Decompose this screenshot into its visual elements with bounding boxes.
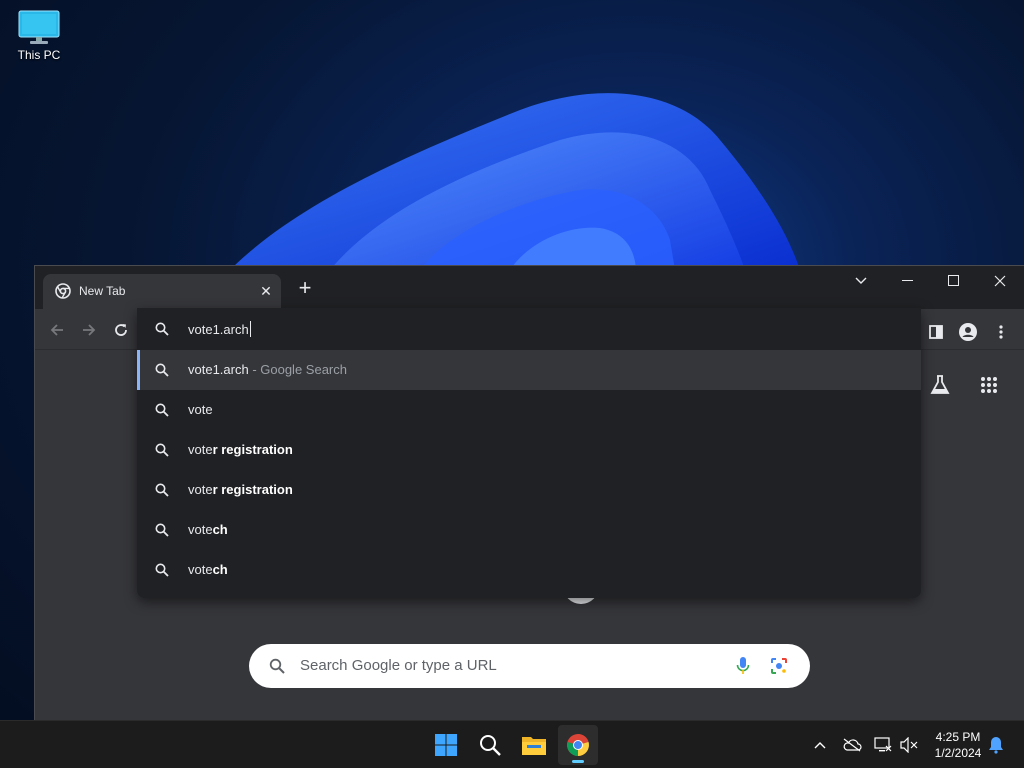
taskbar: 4:25 PM 1/2/2024: [0, 720, 1024, 768]
tab-close-icon[interactable]: ✕: [257, 282, 275, 300]
profile-avatar-icon: [959, 323, 977, 341]
google-apps-button[interactable]: [978, 374, 1000, 396]
suggestion-text: vote1.arch - Google Search: [188, 362, 347, 377]
omnibox-suggestion[interactable]: voter registration: [137, 430, 921, 470]
profile-button[interactable]: [957, 321, 979, 343]
voice-search-icon[interactable]: [736, 656, 750, 679]
title-bar: New Tab ✕ +: [35, 266, 1024, 309]
arrow-left-icon: [50, 324, 63, 336]
minimize-button[interactable]: [885, 266, 931, 296]
address-bar-text[interactable]: vote1.arch: [188, 321, 251, 337]
onedrive-tray-icon[interactable]: [840, 733, 864, 757]
omnibox-suggestion[interactable]: votech: [137, 510, 921, 550]
notifications-button[interactable]: [984, 733, 1008, 757]
search-icon: [155, 363, 169, 380]
start-button[interactable]: [426, 725, 466, 765]
search-icon: [269, 658, 285, 677]
taskbar-search-button[interactable]: [470, 725, 510, 765]
suggestion-text: vote: [188, 402, 213, 417]
monitor-icon: [18, 10, 60, 44]
search-icon: [155, 523, 169, 540]
chrome-window: New Tab ✕ + vote1.arch vote1.arch - Goog…: [34, 265, 1024, 720]
flask-icon: [930, 375, 950, 394]
search-icon: [155, 443, 169, 460]
suggestion-text: votech: [188, 522, 228, 537]
network-icon[interactable]: [871, 733, 895, 757]
suggestion-text: votech: [188, 562, 228, 577]
omnibox-suggestion[interactable]: vote1.arch - Google Search: [137, 350, 921, 390]
chevron-up-icon: [814, 742, 826, 749]
omnibox-suggestion[interactable]: vote: [137, 390, 921, 430]
tab-new-tab[interactable]: New Tab ✕: [43, 274, 281, 309]
suggestion-text: voter registration: [188, 482, 293, 497]
chrome-icon: [567, 734, 589, 756]
clock-time: 4:25 PM: [935, 730, 981, 744]
address-bar[interactable]: vote1.arch: [137, 308, 921, 350]
maximize-button[interactable]: [931, 266, 977, 296]
bell-icon: [989, 737, 1003, 754]
this-pc-label: This PC: [17, 48, 61, 62]
forward-button[interactable]: [78, 319, 100, 341]
folder-icon: [522, 737, 546, 755]
file-explorer-button[interactable]: [514, 725, 554, 765]
reload-icon: [115, 324, 127, 336]
menu-button[interactable]: [990, 321, 1012, 343]
omnibox-suggestion[interactable]: voter registration: [137, 470, 921, 510]
chrome-taskbar-button[interactable]: [558, 725, 598, 765]
side-panel-button[interactable]: [925, 321, 947, 343]
volume-muted-icon[interactable]: [897, 733, 921, 757]
ntp-search-placeholder: Search Google or type a URL: [300, 657, 497, 674]
new-tab-button[interactable]: +: [293, 277, 317, 301]
close-window-button[interactable]: [977, 266, 1023, 296]
ntp-search-box[interactable]: Search Google or type a URL: [249, 644, 810, 688]
tab-search-chevron-icon[interactable]: [838, 266, 884, 296]
lens-search-icon[interactable]: [770, 657, 788, 678]
show-hidden-icons-button[interactable]: [808, 733, 832, 757]
omnibox-dropdown: vote1.arch vote1.arch - Google Search vot…: [137, 308, 921, 598]
reload-button[interactable]: [110, 319, 132, 341]
apps-grid-icon: [981, 377, 997, 393]
search-icon: [155, 483, 169, 500]
chrome-favicon-icon: [55, 283, 71, 299]
clock-date: 1/2/2024: [934, 746, 982, 760]
side-panel-icon: [929, 325, 943, 339]
labs-button[interactable]: [929, 374, 951, 396]
windows-logo-icon: [435, 734, 457, 756]
search-icon: [155, 563, 169, 580]
taskbar-clock[interactable]: 4:25 PM 1/2/2024: [928, 729, 988, 761]
search-icon: [480, 735, 501, 756]
this-pc-desktop-icon[interactable]: This PC: [10, 10, 68, 62]
suggestion-text: voter registration: [188, 442, 293, 457]
search-icon: [155, 322, 169, 339]
tab-title: New Tab: [79, 284, 126, 298]
omnibox-suggestion[interactable]: votech: [137, 550, 921, 590]
arrow-right-icon: [83, 324, 96, 336]
back-button[interactable]: [46, 319, 68, 341]
kebab-menu-icon: [999, 325, 1003, 339]
search-icon: [155, 403, 169, 420]
